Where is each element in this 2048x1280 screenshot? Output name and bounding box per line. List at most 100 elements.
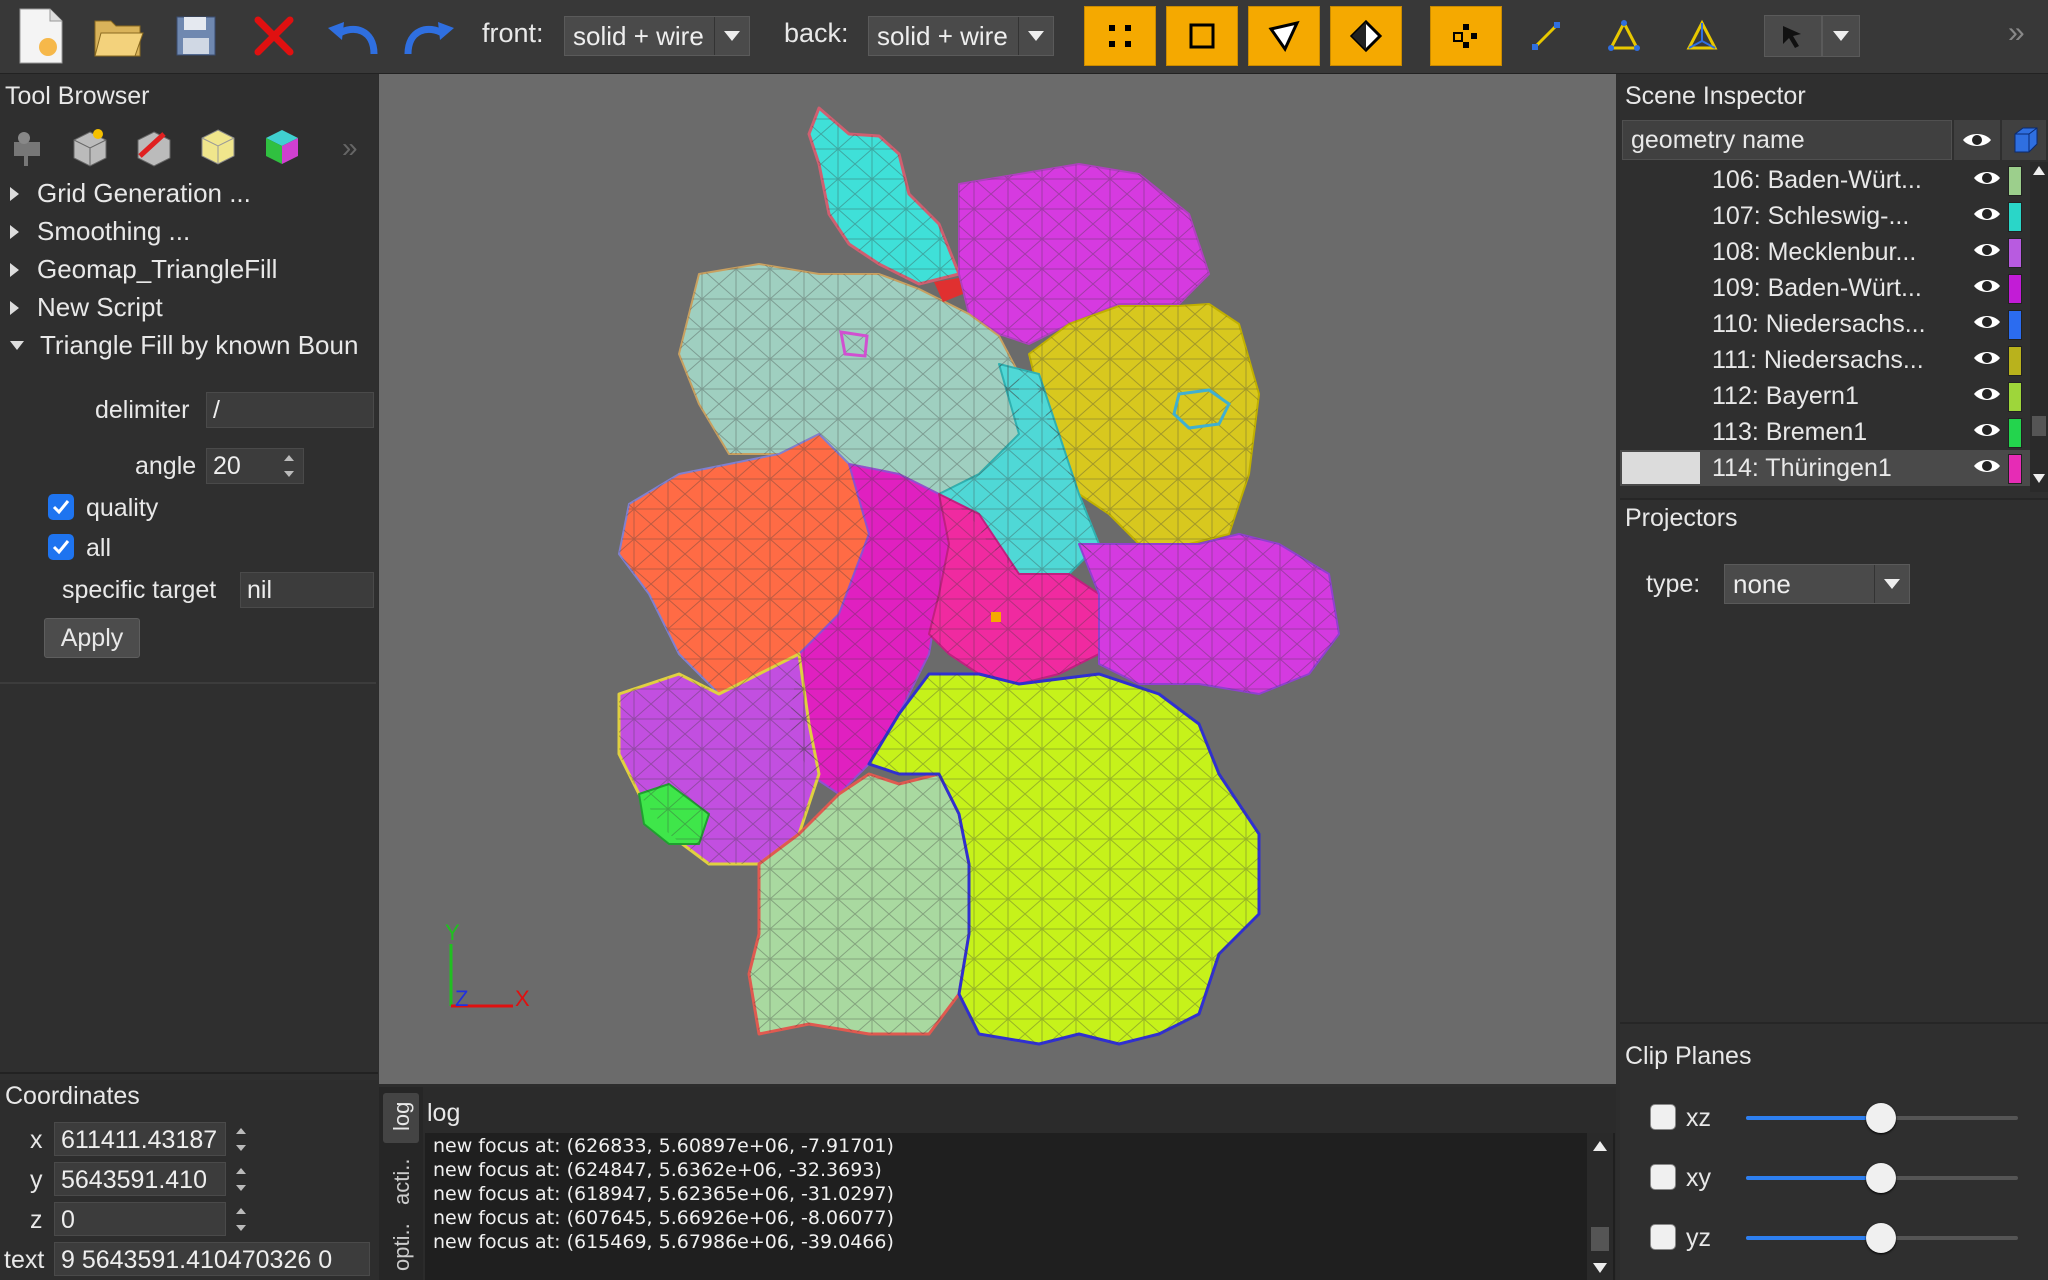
geometry-row-selected[interactable]: 114: Thüringen1 xyxy=(1620,450,2030,486)
color-swatch[interactable] xyxy=(2008,202,2022,232)
grid-new-icon[interactable] xyxy=(70,126,110,168)
x-coordinate-input[interactable]: 611411.43187 xyxy=(54,1122,226,1156)
clip-xy-label: xy xyxy=(1686,1164,1711,1192)
triangle-tool-button[interactable] xyxy=(1594,6,1654,66)
geometry-row[interactable]: 107: Schleswig-... xyxy=(1620,198,2030,234)
tab-options[interactable]: opti.. xyxy=(383,1215,419,1277)
edge-tool-button[interactable] xyxy=(1516,6,1576,66)
visible-eye-icon[interactable] xyxy=(1972,384,2002,404)
clip-xy-checkbox[interactable] xyxy=(1650,1164,1676,1190)
back-render-select[interactable]: solid + wire xyxy=(868,16,1054,56)
tetrahedron-tool-button[interactable] xyxy=(1672,6,1732,66)
clip-yz-checkbox[interactable] xyxy=(1650,1224,1676,1250)
toolbar-overflow-icon[interactable]: » xyxy=(2008,16,2025,50)
color-swatch[interactable] xyxy=(2008,418,2022,448)
projector-type-select[interactable]: none xyxy=(1724,564,1910,604)
select-edges-button[interactable] xyxy=(1166,6,1238,66)
select-volumes-button[interactable] xyxy=(1330,6,1402,66)
color-swatch[interactable] xyxy=(2008,274,2022,304)
tab-log[interactable]: log xyxy=(383,1093,419,1143)
geometry-row[interactable]: 110: Niedersachs... xyxy=(1620,306,2030,342)
geometry-row[interactable]: 111: Niedersachs... xyxy=(1620,342,2030,378)
visible-eye-icon[interactable] xyxy=(1972,204,2002,224)
color-swatch[interactable] xyxy=(2008,310,2022,340)
save-icon[interactable] xyxy=(166,6,226,66)
scroll-down-icon[interactable] xyxy=(2033,474,2045,483)
log-scrollbar[interactable] xyxy=(1587,1133,1613,1280)
select-faces-button[interactable] xyxy=(1248,6,1320,66)
color-swatch[interactable] xyxy=(2008,454,2022,484)
tree-item-new-script[interactable]: New Script xyxy=(10,292,163,323)
tree-item-grid-generation[interactable]: Grid Generation ... xyxy=(10,178,251,209)
x-stepper-icon[interactable] xyxy=(228,1122,254,1156)
clip-yz-slider-knob[interactable] xyxy=(1866,1223,1896,1253)
new-file-icon[interactable] xyxy=(10,6,70,66)
visibility-column-eye-icon[interactable] xyxy=(1954,120,2000,160)
visible-eye-icon[interactable] xyxy=(1972,456,2002,476)
apply-button[interactable]: Apply xyxy=(44,618,140,658)
angle-stepper-icon[interactable] xyxy=(276,450,302,482)
coordinate-text-input[interactable]: 9 5643591.410470326 0 xyxy=(54,1242,370,1276)
geometry-name: 106: Baden-Würt... xyxy=(1712,166,1922,194)
visible-eye-icon[interactable] xyxy=(1972,168,2002,188)
clip-xy-slider-knob[interactable] xyxy=(1866,1163,1896,1193)
main-toolbar: front: solid + wire back: solid + wire » xyxy=(0,0,2048,74)
z-coordinate-input[interactable]: 0 xyxy=(54,1202,226,1236)
scroll-thumb[interactable] xyxy=(1591,1227,1609,1251)
geometry-name: 110: Niedersachs... xyxy=(1712,310,1926,338)
redo-icon[interactable] xyxy=(400,6,460,66)
select-vertices-button[interactable] xyxy=(1084,6,1156,66)
delimiter-input[interactable]: / xyxy=(206,392,374,428)
visible-eye-icon[interactable] xyxy=(1972,276,2002,296)
scroll-down-icon[interactable] xyxy=(1593,1263,1607,1273)
undo-icon[interactable] xyxy=(322,6,382,66)
scroll-up-icon[interactable] xyxy=(2033,166,2045,175)
tree-item-smoothing[interactable]: Smoothing ... xyxy=(10,216,190,247)
geometry-name-column-header[interactable]: geometry name xyxy=(1622,120,1952,160)
color-swatch[interactable] xyxy=(2008,238,2022,268)
color-column-cube-icon[interactable] xyxy=(2002,120,2046,160)
z-stepper-icon[interactable] xyxy=(228,1202,254,1236)
geometry-row[interactable]: 113: Bremen1 xyxy=(1620,414,2030,450)
germany-mesh-render xyxy=(449,106,1340,1046)
all-checkbox[interactable] xyxy=(48,534,74,560)
color-swatch[interactable] xyxy=(2008,382,2022,412)
edge-tool-icon xyxy=(1532,22,1560,50)
color-swatch[interactable] xyxy=(2008,346,2022,376)
quality-checkbox[interactable] xyxy=(48,494,74,520)
yellow-cube-icon[interactable] xyxy=(198,126,238,168)
scroll-thumb[interactable] xyxy=(2032,416,2046,436)
open-folder-icon[interactable] xyxy=(88,6,148,66)
color-swatch[interactable] xyxy=(2008,166,2022,196)
clip-xz-checkbox[interactable] xyxy=(1650,1104,1676,1130)
tree-item-geomap-trianglefill[interactable]: Geomap_TriangleFill xyxy=(10,254,277,285)
visible-eye-icon[interactable] xyxy=(1972,348,2002,368)
geometry-list-scrollbar[interactable] xyxy=(2030,162,2048,492)
geometry-row[interactable]: 108: Mecklenbur... xyxy=(1620,234,2030,270)
visible-eye-icon[interactable] xyxy=(1972,420,2002,440)
select-grid-button[interactable] xyxy=(1430,6,1502,66)
scroll-up-icon[interactable] xyxy=(1593,1141,1607,1151)
close-icon[interactable] xyxy=(244,6,304,66)
iconbar-overflow-icon[interactable]: » xyxy=(342,132,358,164)
specific-target-input[interactable]: nil xyxy=(240,572,374,608)
color-cube-icon[interactable] xyxy=(262,126,302,168)
y-coordinate-input[interactable]: 5643591.410 xyxy=(54,1162,226,1196)
tab-actions[interactable]: acti.. xyxy=(383,1149,419,1211)
front-render-select[interactable]: solid + wire xyxy=(564,16,750,56)
geometry-row[interactable]: 109: Baden-Würt... xyxy=(1620,270,2030,306)
visible-eye-icon[interactable] xyxy=(1972,240,2002,260)
pointer-mode-select[interactable] xyxy=(1764,6,1860,66)
y-stepper-icon[interactable] xyxy=(228,1162,254,1196)
expand-arrow-icon xyxy=(10,224,19,239)
grid-edit-icon[interactable] xyxy=(134,126,174,168)
scene-inspector-title: Scene Inspector xyxy=(1625,82,1806,110)
3d-viewport[interactable]: Y X Z xyxy=(379,74,1616,1084)
front-render-value: solid + wire xyxy=(573,21,704,51)
geometry-row[interactable]: 106: Baden-Würt... xyxy=(1620,162,2030,198)
geometry-row[interactable]: 112: Bayern1 xyxy=(1620,378,2030,414)
tree-item-triangle-fill[interactable]: Triangle Fill by known Boun xyxy=(10,330,378,361)
clip-xz-slider-knob[interactable] xyxy=(1866,1103,1896,1133)
visible-eye-icon[interactable] xyxy=(1972,312,2002,332)
camera-icon[interactable] xyxy=(10,128,50,168)
